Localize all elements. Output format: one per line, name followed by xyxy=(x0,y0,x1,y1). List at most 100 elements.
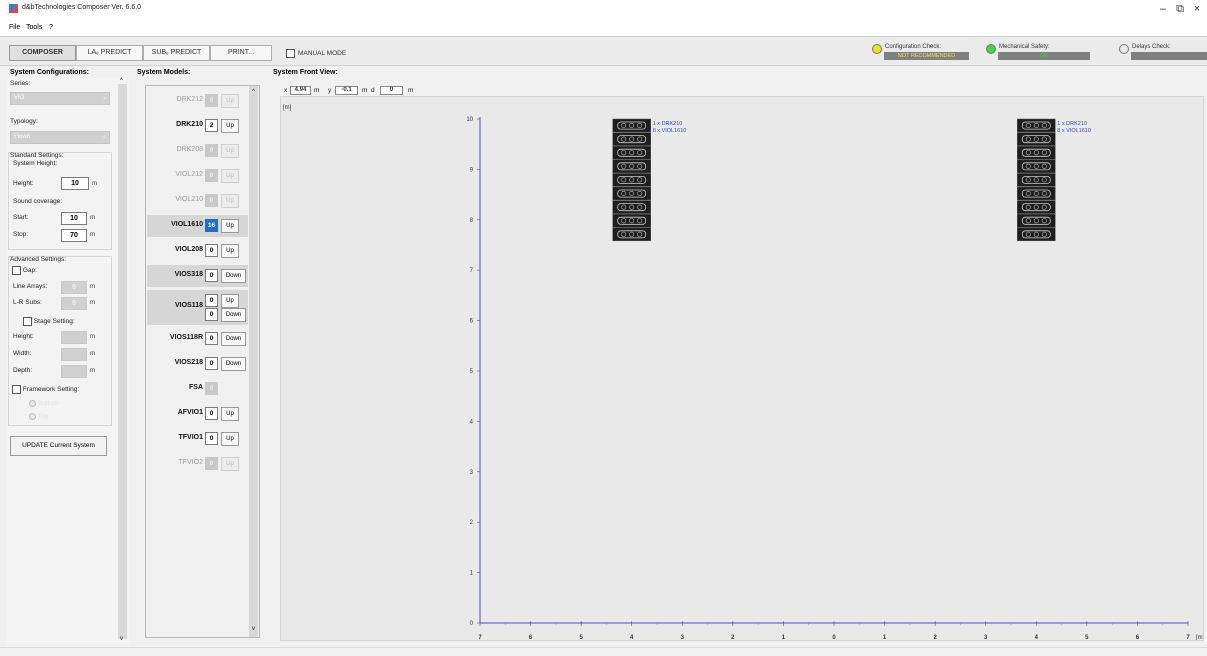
model-orientation-button[interactable]: Down xyxy=(221,269,246,283)
model-qty-input[interactable]: 0 xyxy=(205,144,218,157)
chevron-up-icon[interactable]: ^ xyxy=(120,78,123,84)
speaker-cabinet[interactable] xyxy=(612,173,651,187)
minimize-button[interactable]: – xyxy=(1156,3,1170,15)
update-current-system-button[interactable]: UPDATE Current System xyxy=(10,436,107,456)
chevron-up-icon[interactable]: ^ xyxy=(252,89,255,95)
model-qty-input[interactable]: 2 xyxy=(205,119,218,132)
model-orientation-button[interactable]: Up xyxy=(221,169,239,183)
stage-height-input[interactable] xyxy=(61,331,87,344)
model-qty-input[interactable]: 0 xyxy=(205,332,218,345)
array-label-line2: 8 x VIOL1610 xyxy=(1057,128,1091,134)
menu-file[interactable]: File xyxy=(9,24,20,31)
chevron-down-icon[interactable]: v xyxy=(252,626,255,632)
stage-setting-checkbox[interactable] xyxy=(23,317,32,326)
typology-select[interactable]: Flown ⌄ xyxy=(10,131,110,144)
model-orientation-button[interactable]: Up xyxy=(221,94,239,108)
speaker-cabinet[interactable] xyxy=(612,118,651,133)
models-scrollbar[interactable] xyxy=(249,86,258,637)
framework-setting-toggle[interactable]: Framework Setting: xyxy=(12,385,79,394)
speaker-cabinet[interactable] xyxy=(1017,200,1056,214)
speaker-cabinet[interactable] xyxy=(612,132,651,146)
speaker-cabinet[interactable] xyxy=(1017,186,1056,201)
stop-input[interactable]: 70 xyxy=(61,229,87,242)
height-input[interactable]: 10 xyxy=(61,177,89,190)
front-view-canvas[interactable]: [m]012345678910765432101234567[m]1 x DRK… xyxy=(280,96,1205,641)
gap-checkbox[interactable] xyxy=(12,266,21,275)
manual-mode-checkbox[interactable] xyxy=(286,49,295,58)
model-qty-input[interactable]: 0 xyxy=(205,169,218,182)
speaker-cabinet[interactable] xyxy=(1017,118,1056,133)
speaker-cabinet[interactable] xyxy=(612,213,651,228)
lr-subs-input[interactable]: 0 xyxy=(61,297,87,310)
model-qty-input[interactable]: 0 xyxy=(205,407,218,420)
model-orientation-button[interactable]: Up xyxy=(221,244,239,258)
x-tick-label: 2 xyxy=(731,635,735,640)
d-input[interactable]: 0 xyxy=(380,86,403,95)
speaker-cabinet[interactable] xyxy=(1017,145,1056,160)
x-tick-label: 0 xyxy=(832,635,836,640)
speaker-cabinet[interactable] xyxy=(612,186,651,201)
start-input[interactable]: 10 xyxy=(61,212,87,225)
stage-width-input[interactable] xyxy=(61,348,87,361)
radio-top-label: Top xyxy=(37,413,49,421)
speaker-cabinet[interactable] xyxy=(1017,213,1056,228)
model-qty-input[interactable]: 0 xyxy=(205,269,218,282)
x-tick-label: 1 xyxy=(883,635,887,640)
front-view-plot[interactable]: [m]012345678910765432101234567[m]1 x DRK… xyxy=(281,97,1205,641)
model-orientation-button[interactable]: Up xyxy=(221,119,239,133)
framework-setting-checkbox[interactable] xyxy=(12,385,21,394)
menu-help[interactable]: ? xyxy=(49,24,53,31)
config-scrollbar[interactable] xyxy=(118,84,127,639)
speaker-cabinet[interactable] xyxy=(1017,159,1056,174)
model-qty-input-2[interactable]: 0 xyxy=(205,308,218,321)
x-input[interactable]: 4.94 xyxy=(290,86,311,95)
model-qty-input[interactable]: 16 xyxy=(205,219,218,232)
chevron-down-icon[interactable]: v xyxy=(120,636,123,642)
model-orientation-button-2[interactable]: Down xyxy=(221,308,246,322)
model-qty-input[interactable]: 0 xyxy=(205,294,218,307)
config-status-led xyxy=(872,44,882,54)
menu-tools[interactable]: Tools xyxy=(26,24,42,31)
speaker-cabinet[interactable] xyxy=(612,159,651,174)
delays-status-led xyxy=(1119,44,1129,54)
speaker-cabinet[interactable] xyxy=(1017,132,1056,146)
speaker-cabinet[interactable] xyxy=(1017,227,1056,242)
y-input[interactable]: -0.1 xyxy=(335,86,358,95)
model-qty-input[interactable]: 0 xyxy=(205,457,218,470)
speaker-cabinet[interactable] xyxy=(612,227,651,242)
tab-subs-predict[interactable]: SUBₑ PREDICT xyxy=(143,45,210,61)
model-qty-input[interactable]: 0 xyxy=(205,194,218,207)
y-tick-label: 2 xyxy=(470,520,474,526)
gap-toggle[interactable]: Gap: xyxy=(12,266,37,275)
model-orientation-button[interactable]: Up xyxy=(221,432,239,446)
close-button[interactable]: × xyxy=(1190,3,1204,15)
model-qty-input[interactable]: 0 xyxy=(205,94,218,107)
maximize-button[interactable]: ⧉ xyxy=(1173,3,1187,16)
speaker-cabinet[interactable] xyxy=(612,200,651,214)
stage-setting-toggle[interactable]: Stage Setting: xyxy=(23,317,75,326)
stage-depth-input[interactable] xyxy=(61,365,87,378)
model-orientation-button[interactable]: Up xyxy=(221,457,239,471)
model-qty-input[interactable]: 0 xyxy=(205,432,218,445)
framework-radio-top[interactable]: Top xyxy=(29,413,48,420)
model-qty-input[interactable]: 0 xyxy=(205,244,218,257)
model-orientation-button[interactable]: Up xyxy=(221,294,239,308)
framework-radio-bottom[interactable]: Bottom xyxy=(29,400,58,407)
model-qty-input[interactable]: 0 xyxy=(205,357,218,370)
series-select[interactable]: VIO ⌄ xyxy=(10,92,110,105)
speaker-cabinet[interactable] xyxy=(1017,173,1056,187)
line-arrays-input[interactable]: 0 xyxy=(61,281,87,294)
model-orientation-button[interactable]: Down xyxy=(221,332,246,346)
tab-la-predict[interactable]: LAₑ PREDICT xyxy=(76,45,143,61)
model-orientation-button[interactable]: Up xyxy=(221,194,239,208)
model-orientation-button[interactable]: Up xyxy=(221,144,239,158)
tab-composer[interactable]: COMPOSER xyxy=(9,45,76,61)
speaker-cabinet[interactable] xyxy=(612,145,651,160)
model-name: TFVIO1 xyxy=(178,434,203,441)
model-orientation-button[interactable]: Down xyxy=(221,357,246,371)
model-orientation-button[interactable]: Up xyxy=(221,219,239,233)
model-orientation-button[interactable]: Up xyxy=(221,407,239,421)
tab-print[interactable]: PRINT... xyxy=(210,45,272,61)
model-qty-input[interactable]: 0 xyxy=(205,382,218,395)
manual-mode-toggle[interactable]: MANUAL MODE xyxy=(286,49,346,58)
